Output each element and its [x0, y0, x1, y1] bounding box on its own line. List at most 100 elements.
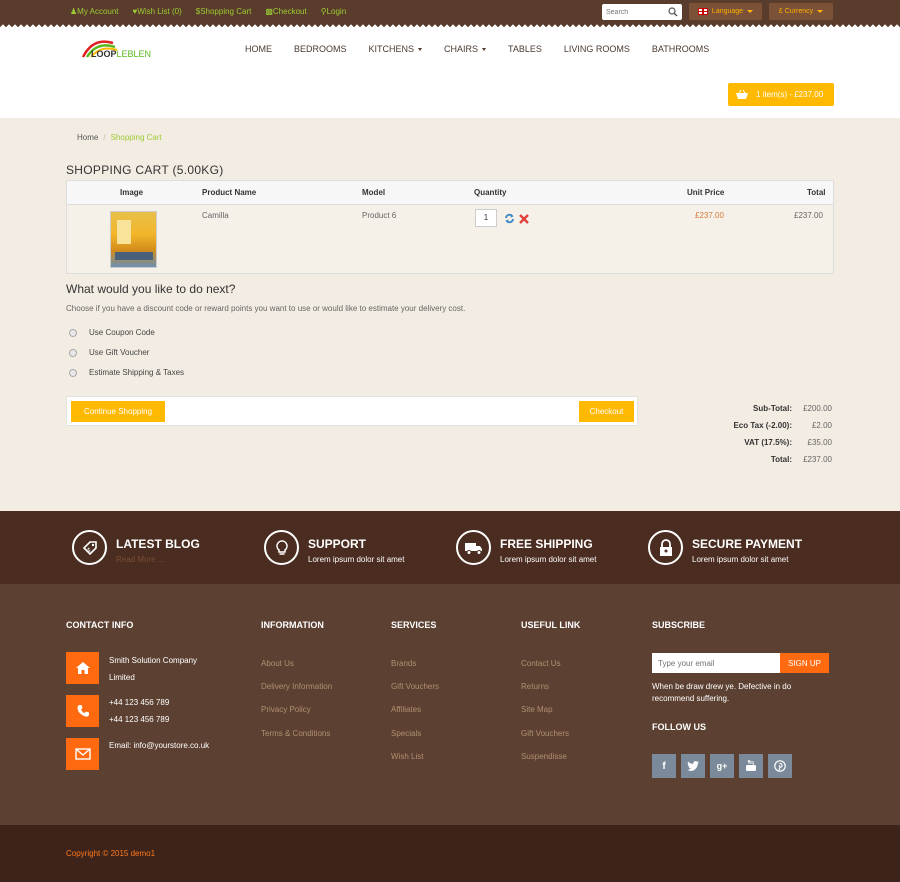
feature-latest-blog[interactable]: $ LATEST BLOG Read More ... — [72, 530, 200, 565]
coupon-option[interactable]: Use Coupon Code — [69, 328, 155, 337]
header-total: Total — [807, 188, 826, 197]
checkout-button[interactable]: Checkout — [579, 401, 634, 422]
language-dropdown[interactable]: Language — [689, 3, 762, 20]
wish-list-link[interactable]: ♥Wish List (0) — [133, 7, 182, 16]
nav-home[interactable]: HOME — [245, 44, 272, 54]
nav-kitchens-label: KITCHENS — [368, 44, 415, 54]
coupon-option-label: Use Coupon Code — [89, 328, 155, 337]
product-name-link[interactable]: Camilla — [202, 211, 229, 220]
main-nav: HOME BEDROOMS KITCHENS CHAIRS TABLES LIV… — [245, 44, 731, 54]
checkout-link[interactable]: ▩Checkout — [265, 7, 306, 16]
information-heading: INFORMATION — [261, 620, 324, 630]
shopping-cart-link[interactable]: $Shopping Cart — [196, 7, 252, 16]
shopping-cart-label: Shopping Cart — [200, 7, 252, 16]
voucher-option[interactable]: Use Gift Voucher — [69, 348, 149, 357]
remove-icon[interactable] — [519, 214, 529, 224]
footer-link-gift-vouchers-2[interactable]: Gift Vouchers — [521, 729, 569, 738]
youtube-icon[interactable] — [739, 754, 763, 778]
google-plus-icon[interactable]: g+ — [710, 754, 734, 778]
radio-button[interactable] — [69, 328, 77, 337]
search-icon[interactable] — [668, 7, 678, 17]
refresh-icon[interactable] — [504, 213, 515, 224]
cart-summary-button[interactable]: 1 item(s) - £237.00 — [728, 83, 834, 106]
voucher-option-label: Use Gift Voucher — [89, 348, 150, 357]
footer-link-affiliates[interactable]: Affiliates — [391, 705, 421, 714]
quantity-input[interactable]: 1 — [475, 209, 497, 227]
nav-bathrooms[interactable]: BATHROOMS — [652, 44, 709, 54]
login-link[interactable]: ⚲Login — [321, 7, 346, 16]
truck-icon — [456, 530, 491, 565]
product-model: Product 6 — [362, 211, 397, 220]
my-account-link[interactable]: ♟My Account — [70, 7, 119, 16]
feature-free-shipping: FREE SHIPPING Lorem ipsum dolor sit amet — [456, 530, 596, 565]
nav-tables-label: TABLES — [508, 44, 542, 54]
useful-heading: USEFUL LINK — [521, 620, 581, 630]
product-thumbnail[interactable] — [110, 211, 157, 268]
search-input[interactable] — [602, 4, 664, 20]
breadcrumb-home[interactable]: Home — [77, 133, 98, 142]
currency-dropdown[interactable]: £ Currency — [769, 3, 833, 20]
nav-bedrooms[interactable]: BEDROOMS — [294, 44, 347, 54]
language-label: Language — [711, 8, 744, 15]
read-more-link[interactable]: Read More ... — [116, 555, 200, 564]
footer-link-suspendisse[interactable]: Suspendisse — [521, 752, 567, 761]
footer-link-privacy[interactable]: Privacy Policy — [261, 705, 311, 714]
copyright-bar: Copyright © 2015 demo1 — [0, 825, 900, 882]
footer-link-contact[interactable]: Contact Us — [521, 659, 561, 668]
top-bar: ♟My Account ♥Wish List (0) $Shopping Car… — [0, 0, 900, 24]
feature-title: SECURE PAYMENT — [692, 537, 803, 551]
footer-link-brands[interactable]: Brands — [391, 659, 416, 668]
copyright-text: Copyright © 2015 demo1 — [66, 849, 156, 858]
radio-button[interactable] — [69, 348, 77, 357]
logo-text-part2: LEBLEN — [116, 49, 152, 59]
shipping-option[interactable]: Estimate Shipping & Taxes — [69, 368, 184, 377]
footer-link-site-map[interactable]: Site Map — [521, 705, 553, 714]
nav-living-rooms[interactable]: LIVING ROOMS — [564, 44, 630, 54]
footer-link-specials[interactable]: Specials — [391, 729, 421, 738]
unit-price-value: £237.00 — [695, 211, 724, 220]
radio-button[interactable] — [69, 368, 77, 377]
total-row: Total: £237.00 — [690, 455, 832, 465]
twitter-icon[interactable] — [681, 754, 705, 778]
feature-secure-payment: SECURE PAYMENT Lorem ipsum dolor sit amet — [648, 530, 802, 565]
company-line2: Limited — [109, 673, 135, 682]
login-label: Login — [326, 7, 347, 16]
nav-tables[interactable]: TABLES — [508, 44, 542, 54]
next-description: Choose if you have a discount code or re… — [66, 304, 466, 313]
lightbulb-icon — [264, 530, 299, 565]
tag-icon: $ — [72, 530, 107, 565]
footer-link-gift-vouchers[interactable]: Gift Vouchers — [391, 682, 439, 691]
header-unit-price: Unit Price — [687, 188, 725, 197]
continue-shopping-button[interactable]: Continue Shopping — [71, 401, 165, 422]
chevron-down-icon — [482, 47, 487, 51]
cart-table: Image Product Name Model Quantity Unit P… — [66, 180, 834, 274]
shipping-option-label: Estimate Shipping & Taxes — [89, 368, 185, 377]
logo-text[interactable]: LOOPLEBLEN — [91, 49, 151, 59]
page-title: SHOPPING CART (5.00KG) — [66, 163, 224, 177]
contact-heading: CONTACT INFO — [66, 620, 134, 630]
vat-label: VAT (17.5%): — [744, 438, 792, 447]
follow-heading: FOLLOW US — [652, 722, 706, 732]
breadcrumb-current[interactable]: Shopping Cart — [111, 133, 162, 142]
footer: CONTACT INFO Smith Solution Company Limit… — [0, 584, 900, 825]
header-quantity: Quantity — [474, 188, 507, 197]
footer-link-wish-list[interactable]: Wish List — [391, 752, 423, 761]
footer-link-delivery[interactable]: Delivery Information — [261, 682, 332, 691]
footer-link-terms[interactable]: Terms & Conditions — [261, 729, 330, 738]
footer-link-about[interactable]: About Us — [261, 659, 294, 668]
nav-chairs[interactable]: CHAIRS — [444, 44, 487, 54]
checkout-label: Checkout — [272, 7, 307, 16]
feature-title: SUPPORT — [308, 537, 367, 551]
company-name: Smith Solution Company Limited — [109, 652, 197, 686]
nav-kitchens[interactable]: KITCHENS — [369, 44, 423, 54]
facebook-icon[interactable]: f — [652, 754, 676, 778]
my-account-label: My Account — [77, 7, 119, 16]
footer-link-returns[interactable]: Returns — [521, 682, 549, 691]
subscribe-email-input[interactable] — [652, 653, 780, 673]
total-label: Total: — [770, 455, 792, 464]
header-image: Image — [120, 188, 144, 197]
uk-flag-icon — [697, 8, 708, 15]
email-text[interactable]: Email: info@yourstore.co.uk — [109, 737, 209, 754]
sign-up-button[interactable]: SIGN UP — [780, 653, 829, 673]
pinterest-icon[interactable] — [768, 754, 792, 778]
